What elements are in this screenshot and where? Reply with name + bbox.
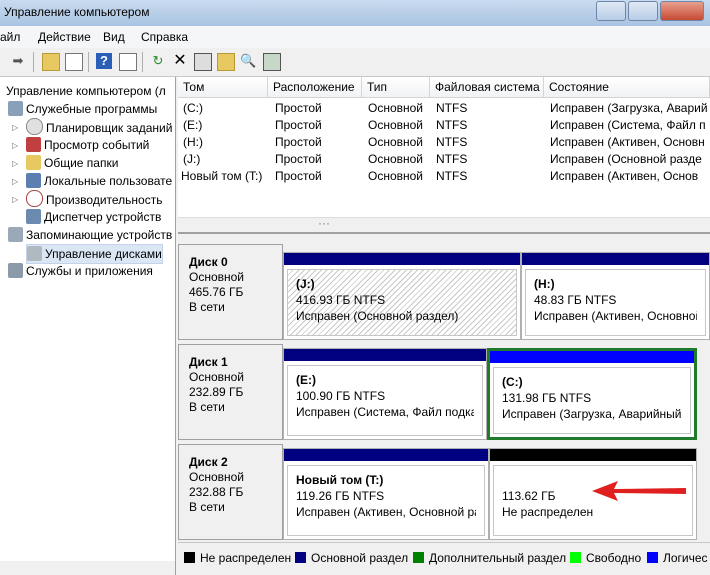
tree-item-performance[interactable]: Производительность [26, 190, 162, 208]
column-header-filesystem[interactable]: Файловая система [430, 77, 544, 98]
menu-action[interactable]: Действие [38, 30, 91, 44]
legend: Не распределен Основной раздел Дополните… [178, 542, 710, 575]
column-header-volume[interactable]: Том [178, 77, 268, 98]
tree-item-device-manager[interactable]: Диспетчер устройств [26, 208, 161, 226]
legend-item-free: Свободно [570, 551, 641, 565]
partition-h[interactable]: (H:) 48.83 ГБ NTFS Исправен (Активен, Ос… [521, 252, 710, 340]
expand-icon[interactable]: ▷ [12, 159, 18, 168]
expand-icon[interactable]: ▷ [12, 141, 18, 150]
tree-item-system-tools[interactable]: Служебные программы [8, 100, 157, 118]
event-viewer-icon [26, 137, 41, 152]
open-folder-icon[interactable] [217, 53, 235, 71]
column-header-type[interactable]: Тип [362, 77, 430, 98]
column-header-status[interactable]: Состояние [544, 77, 710, 98]
device-manager-icon [26, 209, 41, 224]
tree-item-disk-management[interactable]: Управление дисками [26, 244, 163, 264]
window-title: Управление компьютером [4, 5, 150, 19]
close-button[interactable] [660, 1, 704, 21]
maximize-button[interactable] [628, 1, 658, 21]
disk-0-name: Диск 0 [189, 255, 228, 269]
title-bar: Управление компьютером [0, 0, 710, 26]
disk-1-info[interactable]: Диск 1 Основной 232.89 ГБ В сети [178, 344, 283, 440]
red-arrow-icon [592, 481, 686, 501]
legend-item-unallocated: Не распределен [184, 551, 291, 565]
performance-icon [26, 190, 43, 207]
legend-item-logical: Логичес [647, 551, 708, 565]
console-tree: Управление компьютером (л Служебные прог… [0, 77, 176, 575]
unallocated-space[interactable]: 113.62 ГБ Не распределен [489, 448, 697, 540]
toolbar: ➡ ? ↻ ✕ 🔍 [0, 48, 710, 77]
tree-item-local-users[interactable]: Локальные пользовате [26, 172, 172, 190]
expand-icon[interactable]: ▷ [12, 195, 18, 204]
tree-root-label: Управление компьютером (л [6, 84, 166, 98]
scrollbar-grip: ··· [318, 216, 330, 230]
volume-list-scrollbar[interactable]: ··· [178, 216, 710, 232]
partition-j[interactable]: (J:) 416.93 ГБ NTFS Исправен (Основной р… [283, 252, 521, 340]
partition-c-selected[interactable]: (C:) 131.98 ГБ NTFS Исправен (Загрузка, … [487, 348, 697, 440]
wizard-icon[interactable] [263, 53, 281, 71]
expand-icon[interactable]: ▷ [12, 123, 18, 132]
users-icon [26, 173, 41, 188]
search-icon[interactable]: 🔍 [240, 53, 256, 69]
up-folder-icon[interactable] [42, 53, 60, 71]
legend-item-extended: Дополнительный раздел [413, 551, 566, 565]
show-tree-icon[interactable] [65, 53, 83, 71]
tree-item-event-viewer[interactable]: Просмотр событий [26, 136, 149, 154]
services-icon [8, 263, 23, 278]
tree-item-storage[interactable]: Запоминающие устройств [8, 226, 172, 244]
properties-view-icon[interactable] [119, 53, 137, 71]
disk-graphical-view: Диск 0 Основной 465.76 ГБ В сети (J:) 41… [178, 240, 710, 540]
menu-bar: айл Действие Вид Справка [0, 26, 710, 49]
storage-icon [8, 227, 23, 242]
disk-0-info[interactable]: Диск 0 Основной 465.76 ГБ В сети [178, 244, 283, 340]
expand-icon[interactable]: ▷ [12, 177, 18, 186]
disk-management-icon [27, 246, 42, 261]
computer-management-window: Управление компьютером айл Действие Вид … [0, 0, 710, 575]
delete-icon[interactable]: ✕ [172, 53, 188, 69]
legend-item-primary: Основной раздел [295, 551, 408, 565]
menu-help[interactable]: Справка [141, 30, 188, 44]
disk-1-name: Диск 1 [189, 355, 228, 369]
column-header-layout[interactable]: Расположение [268, 77, 362, 98]
disk-2-info[interactable]: Диск 2 Основной 232.88 ГБ В сети [178, 444, 283, 540]
shared-folder-icon [26, 155, 41, 170]
volume-list: Том Расположение Тип Файловая система Со… [178, 77, 710, 234]
tree-item-task-scheduler[interactable]: Планировщик заданий [26, 118, 172, 136]
help-icon[interactable]: ? [96, 53, 112, 69]
refresh-icon[interactable]: ↻ [150, 53, 166, 69]
partition-t[interactable]: Новый том (T:) 119.26 ГБ NTFS Исправен (… [283, 448, 489, 540]
tools-icon [8, 101, 23, 116]
minimize-button[interactable] [596, 1, 626, 21]
back-arrow-icon[interactable]: ➡ [10, 53, 26, 69]
clock-icon [26, 118, 43, 135]
tree-scrollbar[interactable] [0, 561, 175, 575]
menu-file[interactable]: айл [0, 30, 20, 44]
tree-item-shared-folders[interactable]: Общие папки [26, 154, 118, 172]
partition-e[interactable]: (E:) 100.90 ГБ NTFS Исправен (Система, Ф… [283, 348, 487, 440]
properties-icon[interactable] [194, 53, 212, 71]
disk-2-name: Диск 2 [189, 455, 228, 469]
menu-view[interactable]: Вид [103, 30, 125, 44]
tree-root[interactable]: Управление компьютером (л [6, 82, 166, 100]
tree-item-services[interactable]: Службы и приложения [8, 262, 153, 280]
